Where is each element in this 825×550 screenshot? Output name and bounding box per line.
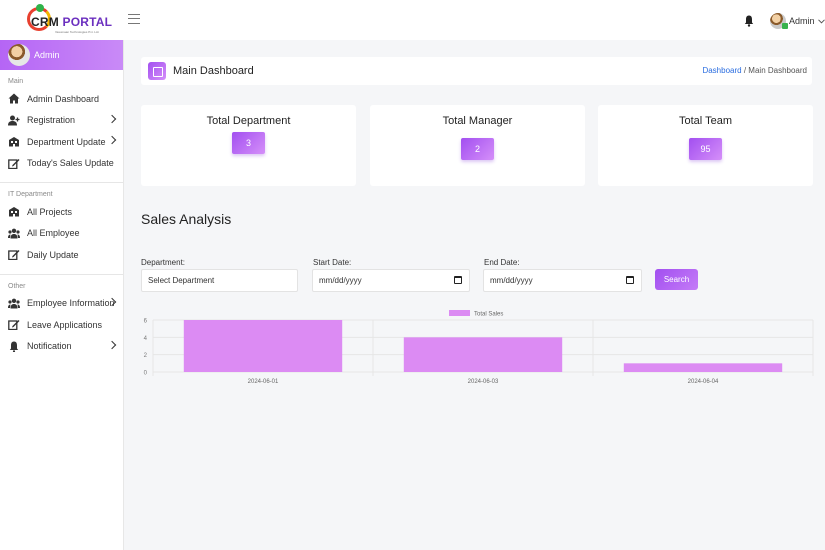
sidebar-item-label: All Projects <box>27 206 73 217</box>
chevron-right-icon <box>107 340 117 349</box>
user-plus-icon <box>8 115 20 126</box>
chart-bar <box>623 363 783 372</box>
breadcrumb-current: Main Dashboard <box>748 66 807 75</box>
building-icon <box>9 207 19 217</box>
chart-bar <box>183 320 343 372</box>
bell-icon <box>9 341 19 352</box>
edit-icon <box>8 320 20 331</box>
calendar-icon[interactable] <box>626 276 634 284</box>
users-icon <box>8 228 20 239</box>
sidebar-item-admin-dashboard[interactable]: Admin Dashboard <box>0 88 123 110</box>
sidebar-item-employee-information[interactable]: Employee Information <box>0 293 123 315</box>
stat-value-badge: 3 <box>232 132 265 154</box>
sidebar-item-label: Department Update <box>27 136 106 147</box>
sidebar-divider <box>0 182 123 183</box>
stat-label: Total Team <box>679 115 732 127</box>
breadcrumb-separator: / <box>743 66 747 75</box>
users-icon <box>8 298 20 309</box>
y-tick-label: 2 <box>144 353 148 359</box>
stat-label: Total Manager <box>442 115 513 127</box>
breadcrumb-link-dashboard[interactable]: Dashboard <box>702 66 741 75</box>
x-tick-label: 2024-06-04 <box>688 379 719 385</box>
stat-card-manager: Total Manager 2 <box>370 105 585 186</box>
top-bar: CRM PORTAL Vasumaan Technologies Pvt. Lt… <box>0 0 825 40</box>
end-date-input[interactable]: mm/dd/yyyy <box>483 269 642 292</box>
chart-bar <box>403 337 563 372</box>
search-button[interactable]: Search <box>655 269 698 290</box>
sales-bar-chart: 0 2 4 6 2024-06-01 2024-06-03 2024-06-04 Total … <box>144 310 814 385</box>
edit-icon <box>8 250 20 261</box>
y-tick-label: 4 <box>144 336 148 342</box>
sidebar-section-title: Other <box>8 282 26 290</box>
page-header: Main Dashboard Dashboard / Main Dashboar… <box>141 57 812 85</box>
department-select[interactable]: Select Department <box>141 269 298 292</box>
legend-label: Total Sales <box>474 312 503 318</box>
page-title: Main Dashboard <box>173 65 254 77</box>
end-date-label: End Date: <box>484 258 520 267</box>
sidebar-item-registration[interactable]: Registration <box>0 110 123 132</box>
sidebar: Admin Main Admin Dashboard Registration Dep… <box>0 40 124 550</box>
start-date-input[interactable]: mm/dd/yyyy <box>312 269 470 292</box>
stat-card-team: Total Team 95 <box>598 105 813 186</box>
stat-value-badge: 2 <box>461 138 494 160</box>
menu-toggle-icon[interactable] <box>128 14 140 24</box>
crm-portal-logo[interactable]: CRM PORTAL Vasumaan Technologies Pvt. Lt… <box>27 4 112 35</box>
sidebar-sections: Main Admin Dashboard Registration Departmen… <box>0 78 123 357</box>
sidebar-user-label: Admin <box>34 50 60 60</box>
sidebar-item-all-projects[interactable]: All Projects <box>0 201 123 223</box>
sales-analysis-title: Sales Analysis <box>141 211 232 227</box>
sidebar-item-notification[interactable]: Notification <box>0 336 123 358</box>
sidebar-item-label: Today's Sales Update <box>27 158 114 169</box>
avatar <box>8 44 30 66</box>
sidebar-item-daily-update[interactable]: Daily Update <box>0 244 123 266</box>
start-date-label: Start Date: <box>313 258 352 267</box>
sidebar-item-today-s-sales-update[interactable]: Today's Sales Update <box>0 153 123 175</box>
department-label: Department: <box>141 258 186 267</box>
calendar-icon[interactable] <box>454 276 462 284</box>
edit-icon <box>8 158 20 169</box>
x-tick-label: 2024-06-01 <box>248 379 279 385</box>
chevron-right-icon <box>107 135 117 145</box>
end-date-placeholder: mm/dd/yyyy <box>490 276 533 285</box>
home-icon <box>8 93 20 104</box>
stat-card-department: Total Department 3 <box>141 105 356 186</box>
sidebar-item-label: Notification <box>27 341 72 352</box>
sidebar-item-label: Registration <box>27 115 76 126</box>
sidebar-item-label: Employee Information <box>27 298 115 309</box>
sidebar-item-all-employee[interactable]: All Employee <box>0 223 123 245</box>
sidebar-item-label: All Employee <box>27 228 80 239</box>
legend-swatch <box>449 310 470 316</box>
stat-label: Total Department <box>206 115 291 127</box>
logo-tagline: Vasumaan Technologies Pvt. Ltd. <box>55 30 100 34</box>
sidebar-item-label: Admin Dashboard <box>27 93 100 104</box>
stat-value-badge: 95 <box>689 138 722 160</box>
user-menu-label: Admin <box>789 16 815 26</box>
chevron-right-icon <box>107 114 117 123</box>
y-tick-label: 0 <box>144 371 148 377</box>
sidebar-item-label: Daily Update <box>27 249 79 260</box>
breadcrumb: Dashboard / Main Dashboard <box>702 66 807 75</box>
notification-bell-icon[interactable] <box>744 15 754 27</box>
sidebar-item-leave-applications[interactable]: Leave Applications <box>0 314 123 336</box>
sidebar-user-header[interactable]: Admin <box>0 40 123 70</box>
start-date-placeholder: mm/dd/yyyy <box>319 276 362 285</box>
sidebar-divider <box>0 273 123 275</box>
avatar <box>770 13 788 29</box>
sidebar-section-title: IT Department <box>8 191 53 198</box>
sidebar-section-title: Main <box>8 78 24 85</box>
dashboard-icon <box>148 62 166 80</box>
y-tick-label: 6 <box>144 319 148 325</box>
chevron-down-icon <box>817 18 825 24</box>
sidebar-item-department-update[interactable]: Department Update <box>0 131 123 153</box>
logo-text: CRM PORTAL <box>31 15 113 29</box>
sidebar-item-label: Leave Applications <box>27 319 103 330</box>
x-tick-label: 2024-06-03 <box>468 379 499 385</box>
building-icon <box>9 137 19 147</box>
user-menu[interactable]: Admin <box>770 12 825 30</box>
